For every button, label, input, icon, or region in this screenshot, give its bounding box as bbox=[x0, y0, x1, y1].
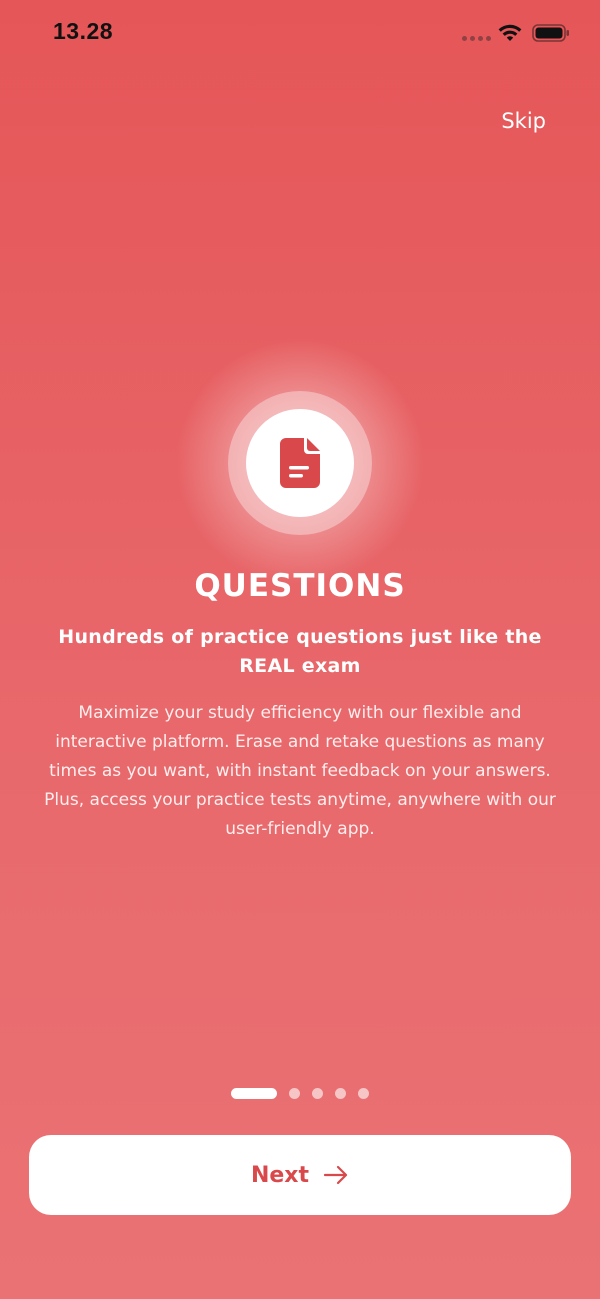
page-dot-2[interactable] bbox=[289, 1088, 300, 1099]
page-dot-1[interactable] bbox=[231, 1088, 277, 1099]
status-time: 13.28 bbox=[53, 18, 114, 44]
wifi-icon bbox=[498, 24, 522, 41]
onboarding-screen: 13.28 Skip QUESTIONS Hundreds of practic… bbox=[0, 0, 600, 1299]
arrow-right-icon bbox=[323, 1165, 348, 1185]
page-dot-3[interactable] bbox=[312, 1088, 323, 1099]
icon-circle bbox=[246, 409, 354, 517]
page-dot-4[interactable] bbox=[335, 1088, 346, 1099]
slide-title: QUESTIONS bbox=[194, 568, 406, 604]
next-button-label: Next bbox=[250, 1162, 310, 1188]
next-button[interactable]: Next bbox=[29, 1135, 571, 1215]
slide-description: Maximize your study efficiency with our … bbox=[44, 703, 556, 839]
status-bar: 13.28 bbox=[0, 0, 600, 66]
page-indicator bbox=[0, 1088, 600, 1099]
page-dot-5[interactable] bbox=[358, 1088, 369, 1099]
battery-icon bbox=[532, 24, 569, 42]
document-icon bbox=[280, 438, 320, 488]
skip-button[interactable]: Skip bbox=[501, 109, 546, 133]
slide-subtitle: Hundreds of practice questions just like… bbox=[58, 626, 542, 677]
cellular-signal-icon bbox=[462, 36, 491, 41]
